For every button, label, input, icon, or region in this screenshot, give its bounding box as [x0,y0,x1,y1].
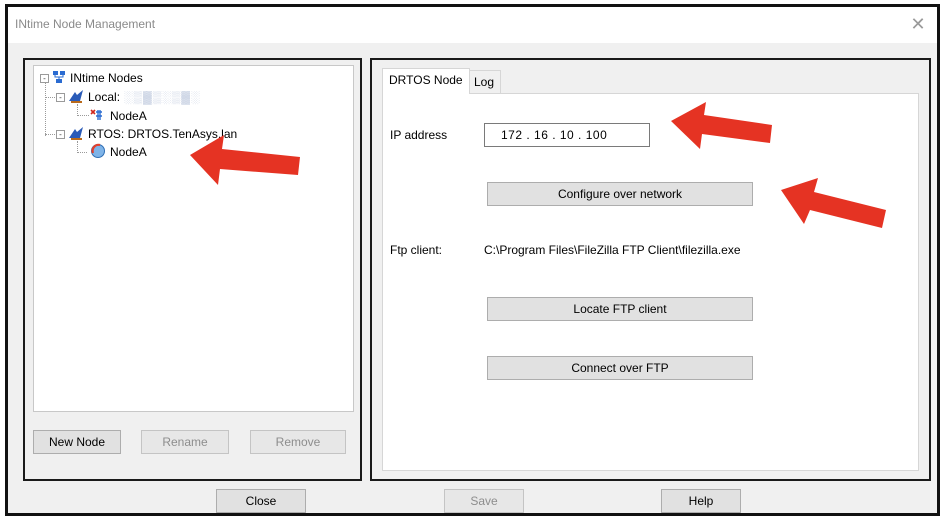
ftp-client-label: Ftp client: [390,243,443,257]
node-running-icon [90,143,106,162]
tree-label-local: Local: [88,90,121,104]
tree-line [45,97,55,98]
tree-label-root: INtime Nodes [70,71,143,85]
locate-ftp-client-button[interactable]: Locate FTP client [487,297,753,321]
tree-item-local[interactable]: - Local: ░▒▓▒░▒▓░ [56,88,201,106]
close-button[interactable]: Close [216,489,306,513]
computer-host-icon [68,89,84,106]
network-nodes-icon [52,70,66,87]
ftp-client-path: C:\Program Files\FileZilla FTP Client\fi… [484,243,741,257]
tree-label-rtos-node: NodeA [110,145,147,159]
save-button[interactable]: Save [444,489,524,513]
tree-label-local-node: NodeA [110,109,147,123]
rename-button[interactable]: Rename [141,430,229,454]
nodes-panel: - INtime Nodes - Local: ░▒▓▒░▒▓░ NodeA -… [23,58,362,481]
obscured-host-name: ░▒▓▒░▒▓░ [124,90,201,104]
title-bar: INtime Node Management ✕ [8,7,937,43]
annotation-arrow-icon [190,135,300,185]
ip-address-label: IP address [390,128,448,142]
tree-line [45,83,46,136]
tree-item-root[interactable]: - INtime Nodes [40,69,143,87]
node-details-panel: DRTOS Node Log IP address 172 . 16 . 10 … [370,58,931,481]
collapse-icon[interactable]: - [40,73,49,83]
tab-log[interactable]: Log [467,70,502,93]
tree-item-local-node[interactable]: NodeA [90,107,147,125]
tree-line [77,152,87,153]
tree-line [45,134,55,135]
configure-over-network-button[interactable]: Configure over network [487,182,753,206]
window-title: INtime Node Management [15,17,156,31]
node-management-window: INtime Node Management ✕ - INtime Nodes … [5,4,940,516]
tree-item-rtos-node[interactable]: NodeA [90,143,147,161]
close-window-icon[interactable]: ✕ [905,13,931,37]
connect-over-ftp-button[interactable]: Connect over FTP [487,356,753,380]
tree-line [77,115,89,116]
help-button[interactable]: Help [661,489,741,513]
drtos-node-tab-page: IP address 172 . 16 . 10 . 100 Configure… [382,93,919,471]
collapse-icon[interactable]: - [56,92,65,102]
remove-button[interactable]: Remove [250,430,346,454]
new-node-button[interactable]: New Node [33,430,121,454]
collapse-icon[interactable]: - [56,129,65,139]
ip-address-field[interactable]: 172 . 16 . 10 . 100 [484,123,650,147]
annotation-arrow-icon [671,102,772,149]
annotation-arrow-icon [781,178,886,228]
rtos-host-icon [68,126,84,143]
dialog-client-area: - INtime Nodes - Local: ░▒▓▒░▒▓░ NodeA -… [8,43,937,513]
tab-drtos-node[interactable]: DRTOS Node [382,68,470,94]
node-disconnected-icon [90,108,106,125]
node-tree[interactable]: - INtime Nodes - Local: ░▒▓▒░▒▓░ NodeA -… [33,65,354,412]
